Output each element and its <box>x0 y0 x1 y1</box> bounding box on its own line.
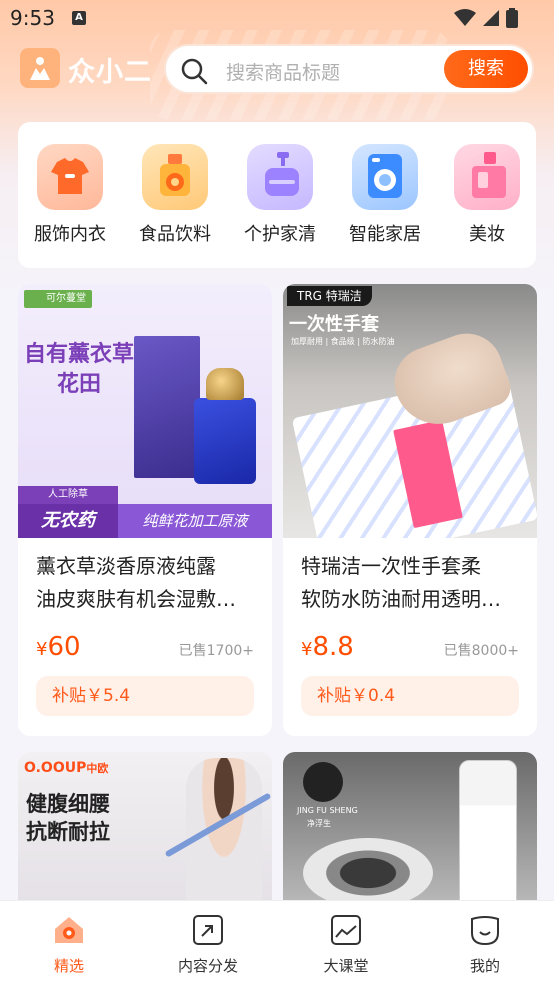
lotion-bottle-icon <box>247 144 313 210</box>
status-icons <box>454 8 518 28</box>
product-box <box>134 336 200 478</box>
app-title: 众小二 <box>68 57 152 88</box>
washing-machine-icon <box>352 144 418 210</box>
perfume-icon <box>454 144 520 210</box>
tab-content-distribution[interactable]: 内容分发 <box>158 913 258 976</box>
sold-count: 已售1700+ <box>178 643 254 659</box>
product-image[interactable]: TRG 特瑞洁 一次性手套 加厚耐用 | 食品级 | 防水防油 <box>283 284 537 538</box>
tab-classroom[interactable]: 大课堂 <box>296 913 396 976</box>
category-apparel[interactable]: 服饰内衣 <box>25 144 115 246</box>
stove-burner <box>303 838 433 908</box>
category-label: 智能家居 <box>349 224 421 245</box>
brand-sub: 净浮生 <box>307 819 331 828</box>
category-label: 服饰内衣 <box>34 224 106 245</box>
spray-bottle <box>459 760 517 910</box>
product-card[interactable]: O.OOUP中欧 健腹细腰 抗断耐拉 <box>18 752 272 912</box>
category-personal-care[interactable]: 个护家清 <box>235 144 325 246</box>
app-logo <box>20 48 60 88</box>
tab-label: 精选 <box>53 957 84 975</box>
bottom-tab-bar: 精选 内容分发 大课堂 我的 <box>0 900 554 984</box>
brand-tag: TRG 特瑞洁 <box>287 286 372 306</box>
brand-tag: 可尔蔓堂 <box>24 290 92 308</box>
home-icon <box>55 917 83 943</box>
product-image[interactable]: 可尔蔓堂 自有薰衣草 花田 人工除草 无农药 纯鲜花加工原液 <box>18 284 272 538</box>
status-bar: 9:53 A <box>0 0 554 36</box>
product-headline: 一次性手套 <box>289 314 379 335</box>
product-price: ¥60 <box>36 632 81 662</box>
category-label: 食品饮料 <box>139 224 211 245</box>
share-icon <box>193 915 223 945</box>
tab-featured[interactable]: 精选 <box>19 913 119 976</box>
brand-tag: JING FU SHENG <box>297 806 358 815</box>
notification-icon: A <box>72 11 86 25</box>
product-headline: 健腹细腰 抗断耐拉 <box>26 792 110 844</box>
product-image[interactable]: O.OOUP中欧 健腹细腰 抗断耐拉 <box>18 752 272 912</box>
subsidy-badge[interactable]: 补贴￥5.4 <box>36 676 254 716</box>
signal-icon <box>483 10 499 26</box>
product-card[interactable]: TRG 特瑞洁 一次性手套 加厚耐用 | 食品级 | 防水防油 特瑞洁一次性手套… <box>283 284 537 736</box>
category-label: 美妆 <box>469 224 505 245</box>
search-icon <box>181 58 208 85</box>
wifi-icon <box>454 9 476 26</box>
battery-icon <box>506 8 518 28</box>
category-card: 服饰内衣 食品饮料 个护家清 智能家居 美妆 <box>18 122 536 268</box>
search-bar[interactable]: 搜索商品标题 搜索 <box>164 44 534 94</box>
product-title[interactable]: 特瑞洁一次性手套柔 软防水防油耐用透明… <box>301 550 523 616</box>
brand-logo <box>303 762 343 802</box>
product-price: ¥8.8 <box>301 632 354 662</box>
status-time: 9:53 <box>10 6 55 30</box>
badge-small: 人工除草 <box>18 486 118 504</box>
tab-profile[interactable]: 我的 <box>435 913 535 976</box>
bottle-cap <box>206 368 244 400</box>
subsidy-badge[interactable]: 补贴￥0.4 <box>301 676 519 716</box>
product-image[interactable]: JING FU SHENG 净浮生 <box>283 752 537 912</box>
product-subline: 加厚耐用 | 食品级 | 防水防油 <box>291 337 395 346</box>
tab-label: 大课堂 <box>323 957 369 975</box>
shirt-icon <box>37 144 103 210</box>
category-label: 个护家清 <box>244 224 316 245</box>
product-headline: 自有薰衣草 花田 <box>23 342 134 397</box>
category-food[interactable]: 食品饮料 <box>130 144 220 246</box>
category-beauty[interactable]: 美妆 <box>442 144 532 246</box>
classroom-icon <box>331 915 361 945</box>
sold-count: 已售8000+ <box>443 643 519 659</box>
product-card[interactable]: JING FU SHENG 净浮生 <box>283 752 537 912</box>
product-card[interactable]: 可尔蔓堂 自有薰衣草 花田 人工除草 无农药 纯鲜花加工原液 薰衣草淡香原液纯露… <box>18 284 272 736</box>
product-banner: 纯鲜花加工原液 <box>118 504 272 538</box>
product-bottle <box>194 398 256 484</box>
profile-icon <box>471 916 499 946</box>
search-input[interactable]: 搜索商品标题 <box>226 58 340 85</box>
category-smart-home[interactable]: 智能家居 <box>340 144 430 246</box>
drink-icon <box>142 144 208 210</box>
tab-label: 我的 <box>469 957 500 975</box>
product-title[interactable]: 薰衣草淡香原液纯露 油皮爽肤有机会湿敷… <box>36 550 258 616</box>
brand-tag: O.OOUP中欧 <box>24 760 109 776</box>
logo-icon <box>30 57 50 80</box>
tab-label: 内容分发 <box>177 957 238 975</box>
badge-big: 无农药 <box>18 504 118 538</box>
search-button[interactable]: 搜索 <box>444 50 528 88</box>
